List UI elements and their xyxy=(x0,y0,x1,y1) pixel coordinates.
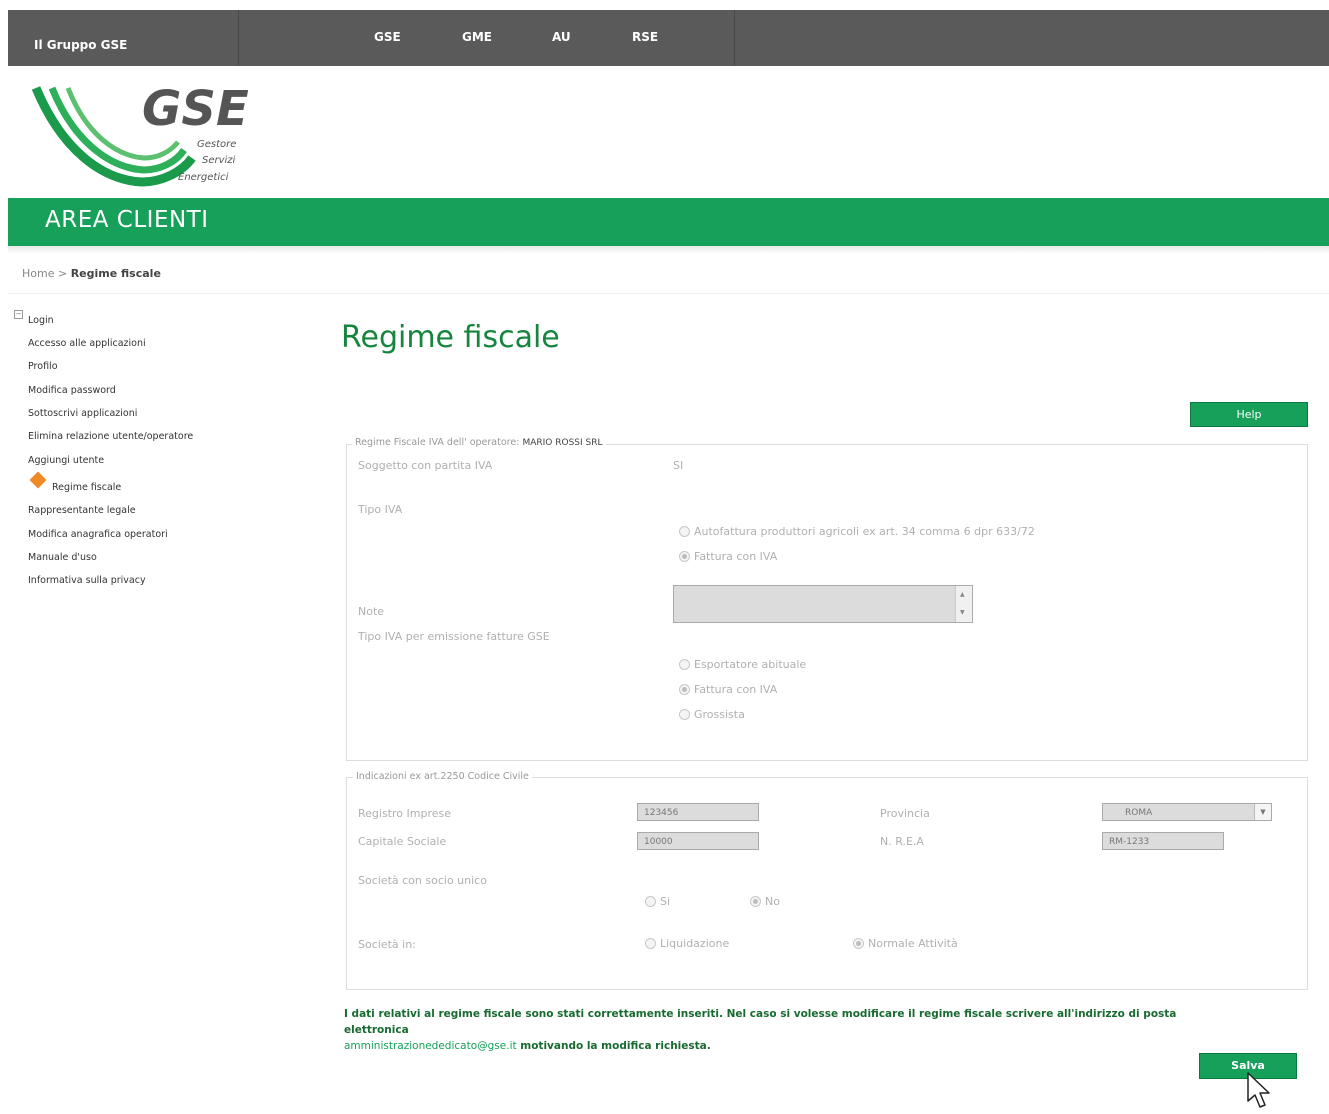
registro-label: Registro Imprese xyxy=(358,807,451,820)
registro-input[interactable]: 123456 xyxy=(637,803,759,821)
societa-in-label: Società in: xyxy=(358,938,416,951)
breadcrumb-home[interactable]: Home xyxy=(22,267,54,280)
sidebar-item-aggiungi-utente[interactable]: Aggiungi utente xyxy=(28,455,104,466)
fiscal-legend: Regime Fiscale IVA dell' operatore: MARI… xyxy=(352,437,606,448)
page-frame: Il Gruppo GSE GSE GME AU RSE GSE Gestore… xyxy=(8,0,1329,1114)
radio-autofattura-label: Autofattura produttori agricoli ex art. … xyxy=(694,525,1035,538)
left-margin xyxy=(0,0,8,1114)
soggetto-label: Soggetto con partita IVA xyxy=(358,459,493,472)
sidebar-item-elimina-relazione[interactable]: Elimina relazione utente/operatore xyxy=(28,431,193,442)
socio-unico-label: Società con socio unico xyxy=(358,874,487,887)
radio-esportatore-label: Esportatore abituale xyxy=(694,658,807,671)
breadcrumb: Home > Regime fiscale xyxy=(22,267,161,280)
logo-tagline-3: Energetici xyxy=(178,172,229,183)
soggetto-value: SI xyxy=(673,459,684,472)
radio-esportatore[interactable] xyxy=(679,659,690,670)
civile-legend: Indicazioni ex art.2250 Codice Civile xyxy=(353,771,532,782)
radio-liquidazione[interactable] xyxy=(645,938,656,949)
logo-tagline-2: Servizi xyxy=(202,155,236,166)
area-clienti-banner: AREA CLIENTI xyxy=(8,198,1329,246)
logo-tagline-1: Gestore xyxy=(197,139,236,150)
rea-label: N. R.E.A xyxy=(880,835,924,848)
provincia-select[interactable]: ROMA ▼ xyxy=(1102,803,1272,821)
logo-brand: GSE xyxy=(142,81,249,137)
banner-shadow xyxy=(8,246,1329,254)
sidebar-item-manuale[interactable]: Manuale d'uso xyxy=(28,552,97,563)
radio-autofattura[interactable] xyxy=(679,526,690,537)
navbar-divider xyxy=(734,10,735,66)
active-marker-icon xyxy=(29,471,47,489)
page-title: Regime fiscale xyxy=(341,320,560,355)
nav-rse[interactable]: RSE xyxy=(632,30,658,44)
capitale-input[interactable]: 10000 xyxy=(637,832,759,850)
fiscal-legend-label: Regime Fiscale IVA dell' operatore: xyxy=(355,437,520,448)
note-textarea[interactable]: ▲ ▼ xyxy=(673,585,973,623)
radio-socio-no[interactable] xyxy=(750,896,761,907)
radio-grossista-label: Grossista xyxy=(694,708,745,721)
collapse-icon[interactable]: − xyxy=(14,310,23,319)
radio-socio-si[interactable] xyxy=(645,896,656,907)
mouse-cursor-icon xyxy=(1247,1072,1270,1108)
top-navbar: Il Gruppo GSE GSE GME AU RSE xyxy=(8,10,1329,66)
sidebar-item-accesso[interactable]: Accesso alle applicazioni xyxy=(28,338,146,349)
gse-logo[interactable]: GSE Gestore Servizi Energetici xyxy=(31,80,262,190)
breadcrumb-separator: > xyxy=(57,267,68,280)
help-button[interactable]: Help xyxy=(1190,402,1308,427)
radio-liquidazione-label: Liquidazione xyxy=(660,937,730,950)
radio-fattura-iva[interactable] xyxy=(679,551,690,562)
radio-fattura-iva-label: Fattura con IVA xyxy=(694,550,778,563)
scroll-down-icon[interactable]: ▼ xyxy=(960,609,965,616)
radio-gse-fattura-iva-label: Fattura con IVA xyxy=(694,683,778,696)
radio-socio-si-label: Si xyxy=(660,895,671,908)
sidebar-item-modifica-anagrafica[interactable]: Modifica anagrafica operatori xyxy=(28,529,168,540)
radio-socio-no-label: No xyxy=(765,895,780,908)
sidebar-item-sottoscrivi[interactable]: Sottoscrivi applicazioni xyxy=(28,408,137,419)
tipo-iva-gse-label: Tipo IVA per emissione fatture GSE xyxy=(358,630,550,643)
radio-normale-attivita[interactable] xyxy=(853,938,864,949)
confirmation-message: I dati relativi al regime fiscale sono s… xyxy=(344,1006,1244,1054)
nav-au[interactable]: AU xyxy=(552,30,571,44)
scroll-up-icon[interactable]: ▲ xyxy=(960,591,965,598)
group-link[interactable]: Il Gruppo GSE xyxy=(8,10,239,66)
nav-gme[interactable]: GME xyxy=(462,30,492,44)
chevron-down-icon[interactable]: ▼ xyxy=(1254,804,1271,820)
top-strip xyxy=(8,0,1329,10)
sidebar-item-rappresentante[interactable]: Rappresentante legale xyxy=(28,505,136,516)
rea-input[interactable]: RM-1233 xyxy=(1102,832,1224,850)
provincia-value: ROMA xyxy=(1125,808,1153,818)
radio-normale-attivita-label: Normale Attività xyxy=(868,937,958,950)
breadcrumb-divider xyxy=(8,293,1329,294)
group-label: Il Gruppo GSE xyxy=(34,38,128,52)
gse-logo-icon: GSE Gestore Servizi Energetici xyxy=(31,81,249,187)
message-text: I dati relativi al regime fiscale sono s… xyxy=(344,1008,1177,1036)
sidebar-item-profilo[interactable]: Profilo xyxy=(28,361,58,372)
sidebar-item-regime-fiscale[interactable]: Regime fiscale xyxy=(52,482,121,493)
sidebar-item-privacy[interactable]: Informativa sulla privacy xyxy=(28,575,146,586)
email-link[interactable]: amministrazionededicato@gse.it xyxy=(344,1040,517,1052)
note-scrollbar[interactable]: ▲ ▼ xyxy=(955,586,972,622)
capitale-label: Capitale Sociale xyxy=(358,835,447,848)
message-text-end: motivando la modifica richiesta. xyxy=(520,1040,711,1052)
operator-name: MARIO ROSSI SRL xyxy=(522,438,603,448)
sidebar-section-login[interactable]: Login xyxy=(28,315,54,326)
nav-gse[interactable]: GSE xyxy=(374,30,401,44)
tipo-iva-label: Tipo IVA xyxy=(358,503,403,516)
provincia-label: Provincia xyxy=(880,807,930,820)
radio-gse-fattura-iva[interactable] xyxy=(679,684,690,695)
note-label: Note xyxy=(358,605,385,618)
sidebar-item-modifica-password[interactable]: Modifica password xyxy=(28,385,116,396)
banner-title: AREA CLIENTI xyxy=(45,207,209,233)
breadcrumb-current: Regime fiscale xyxy=(70,267,161,280)
radio-grossista[interactable] xyxy=(679,709,690,720)
